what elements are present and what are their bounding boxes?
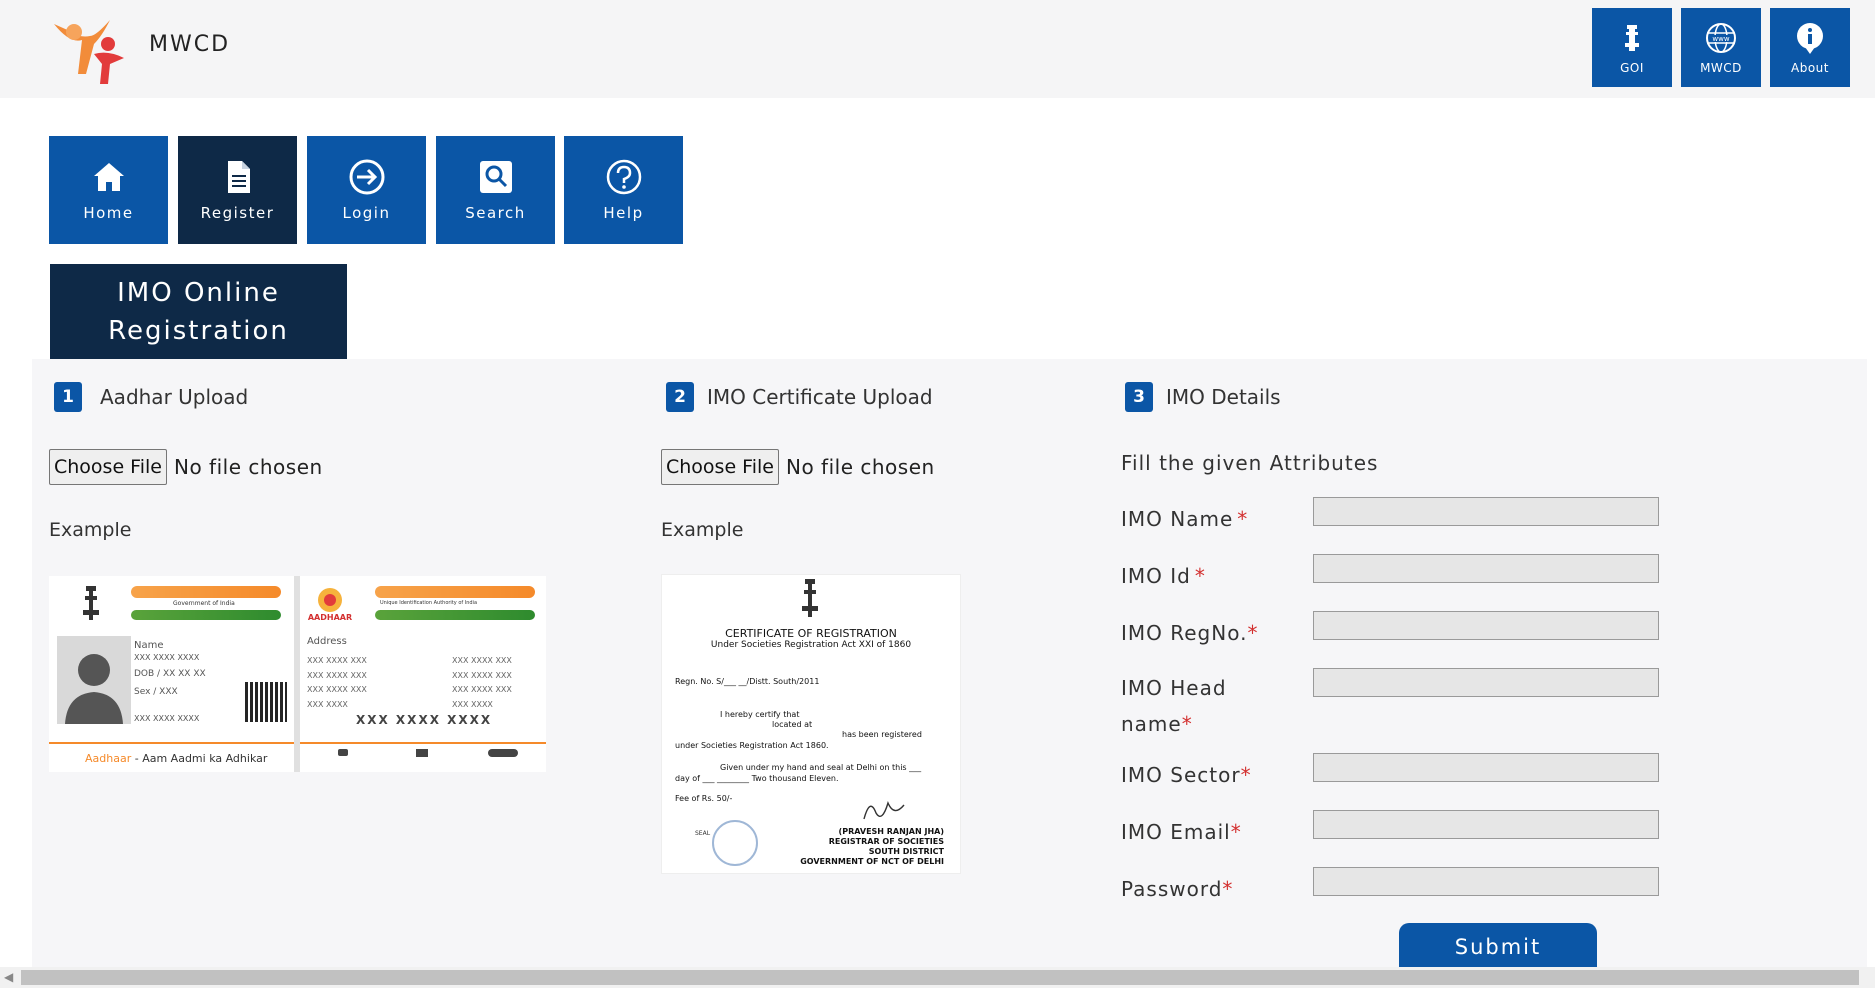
password-label: Password* [1121,877,1234,901]
aadhaar-logo-icon: AADHAAR [308,588,352,622]
step-1-badge: 1 [54,382,82,412]
document-icon [227,161,250,193]
emblem-icon [83,586,99,620]
aadhar-choose-file-button[interactable]: Choose File [49,449,167,485]
www-icon [488,749,518,757]
step-3-label: IMO Details [1166,385,1281,409]
certificate-choose-file-button[interactable]: Choose File [661,449,779,485]
aadhar-file-status: No file chosen [174,455,323,479]
aadhaar-back: AADHAAR Unique Identification Authority … [300,576,546,772]
scroll-left-arrow-icon[interactable]: ◀ [4,970,13,984]
aadhar-example-label: Example [49,519,132,541]
imo-head-name-label: IMO Head name* [1121,676,1227,736]
imo-email-label: IMO Email* [1121,820,1242,844]
certificate-example-image: CERTIFICATE OF REGISTRATION Under Societ… [661,574,961,874]
qr-code [245,682,287,722]
avatar [57,636,131,724]
globe-www-icon: www [1706,22,1736,53]
about-button[interactable]: About [1770,8,1850,87]
password-input[interactable] [1313,867,1659,896]
imo-sector-input[interactable] [1313,753,1659,782]
imo-sector-label: IMO Sector* [1121,763,1252,787]
seal-stamp [712,820,758,866]
aadhaar-front: Government of India Name XXX XXXX XXXX D… [49,576,294,772]
imo-id-input[interactable] [1313,554,1659,583]
help-icon [606,159,641,195]
emblem-icon [1625,24,1639,51]
mwcd-logo[interactable] [50,14,132,84]
search-icon [479,161,512,193]
nav-help[interactable]: Help [564,136,683,244]
step-3-badge: 3 [1125,382,1153,412]
step-1-label: Aadhar Upload [100,385,249,409]
svg-text:AADHAAR: AADHAAR [308,613,352,622]
brand-name: MWCD [149,32,231,57]
certificate-example-label: Example [661,519,744,541]
nav-register[interactable]: Register [178,136,297,244]
details-instruction: Fill the given Attributes [1121,451,1379,475]
step-2-badge: 2 [666,382,694,412]
imo-id-label: IMO Id * [1121,564,1206,588]
imo-head-name-input[interactable] [1313,668,1659,697]
mwcd-button[interactable]: www MWCD [1681,8,1761,87]
phone-icon [338,749,348,756]
certificate-file-status: No file chosen [786,455,935,479]
imo-regno-label: IMO RegNo.* [1121,621,1259,645]
top-header: MWCD GOI www MWCD About [0,0,1875,98]
nav-login[interactable]: Login [307,136,426,244]
svg-text:www: www [1712,35,1729,43]
mail-icon [416,749,428,757]
info-icon [1797,22,1823,54]
scrollbar-thumb[interactable] [21,970,1859,985]
nav-home[interactable]: Home [49,136,168,244]
page-title: IMO Online Registration [50,264,347,359]
step-2-label: IMO Certificate Upload [707,385,933,409]
emblem-icon [802,579,818,617]
goi-button[interactable]: GOI [1592,8,1672,87]
imo-regno-input[interactable] [1313,611,1659,640]
home-icon [93,163,124,191]
submit-button[interactable]: Submit [1399,923,1597,971]
imo-email-input[interactable] [1313,810,1659,839]
aadhaar-example-image: Government of India Name XXX XXXX XXXX D… [49,576,546,772]
imo-name-input[interactable] [1313,497,1659,526]
nav-search[interactable]: Search [436,136,555,244]
imo-name-label: IMO Name * [1121,507,1249,531]
signature [863,800,905,820]
login-arrow-icon [349,159,384,195]
